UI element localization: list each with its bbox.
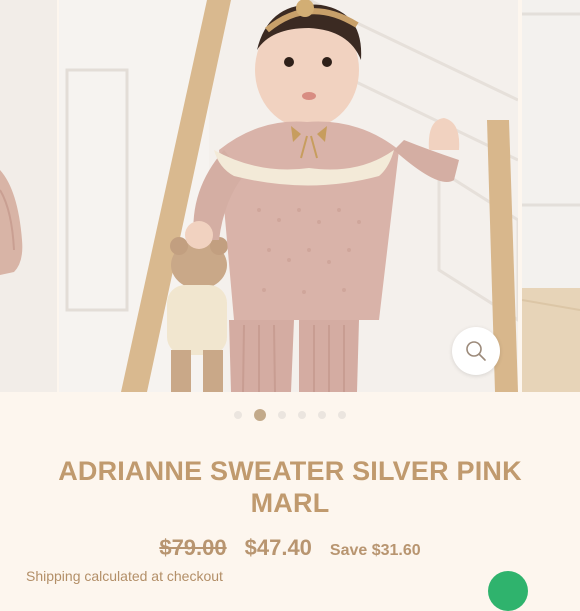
product-image-previous: [0, 0, 57, 392]
product-title: ADRIANNE SWEATER SILVER PINK MARL: [58, 456, 522, 518]
sale-price: $47.40: [244, 535, 312, 560]
chat-widget-button[interactable]: [488, 571, 528, 611]
gallery-slide-previous[interactable]: [0, 0, 57, 392]
product-image-next: [522, 0, 580, 392]
gallery-slide-current[interactable]: [59, 0, 518, 392]
product-gallery[interactable]: [0, 0, 580, 392]
compare-at-price: $79.00: [159, 535, 227, 560]
search-icon: [466, 341, 486, 361]
pagination-dot-active[interactable]: [254, 409, 266, 421]
price-row: $79.00 $47.40 Save $31.60: [0, 535, 580, 561]
pagination-dot[interactable]: [298, 411, 306, 419]
savings-badge: Save $31.60: [329, 542, 421, 559]
pagination-dot[interactable]: [318, 411, 326, 419]
zoom-button[interactable]: [452, 327, 500, 375]
product-image-main: [59, 0, 518, 392]
pagination-dot[interactable]: [278, 411, 286, 419]
pagination-dot[interactable]: [338, 411, 346, 419]
shipping-note: Shipping calculated at checkout: [26, 568, 223, 584]
gallery-pagination: [0, 409, 580, 421]
pagination-dot[interactable]: [234, 411, 242, 419]
gallery-slide-next[interactable]: [522, 0, 580, 392]
